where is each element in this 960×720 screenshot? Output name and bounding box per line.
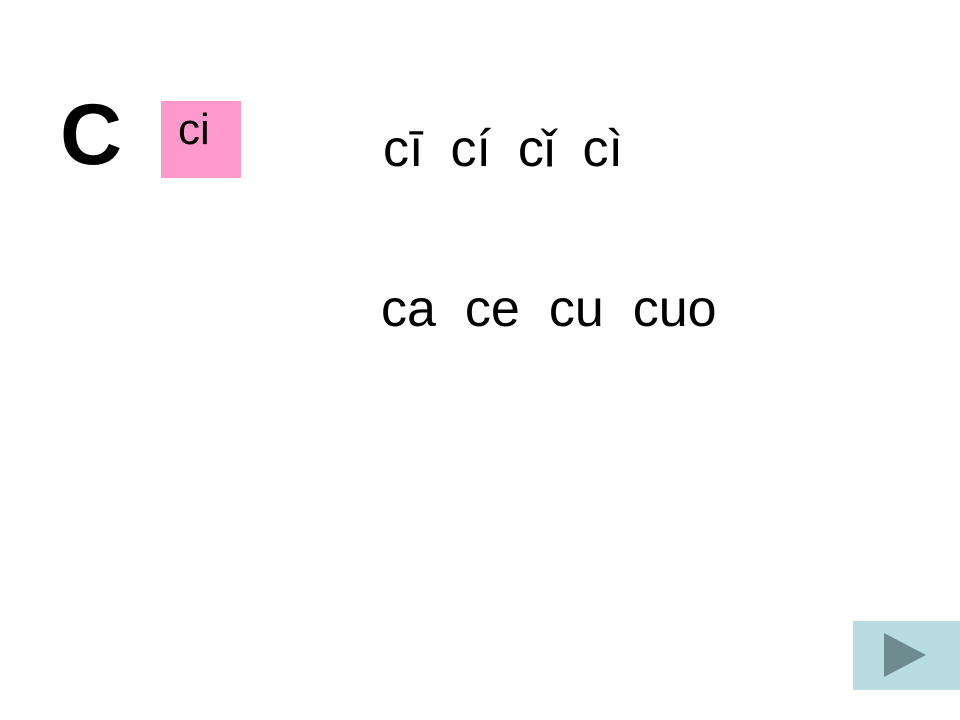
highlighted-syllable-chip[interactable]: ci <box>161 101 241 178</box>
tone-syllable-4[interactable]: cì <box>582 123 622 175</box>
tone-syllable-3[interactable]: cǐ <box>518 123 556 175</box>
combination-syllable-4[interactable]: cuo <box>633 283 717 335</box>
initial-letter: C <box>60 87 123 183</box>
syllable-combination-row: ca ce cu cuo <box>381 283 717 335</box>
tone-syllable-1[interactable]: cī <box>383 123 423 175</box>
pinyin-lesson-slide: C ci cī cí cǐ cì ca ce cu cuo <box>0 0 960 720</box>
combination-syllable-2[interactable]: ce <box>465 283 520 335</box>
combination-syllable-3[interactable]: cu <box>549 283 604 335</box>
tone-row: cī cí cǐ cì <box>383 123 623 175</box>
combination-syllable-1[interactable]: ca <box>381 283 436 335</box>
highlighted-syllable-label: ci <box>178 105 210 154</box>
next-slide-button[interactable] <box>853 621 960 690</box>
play-triangle-icon <box>884 633 926 677</box>
tone-syllable-2[interactable]: cí <box>450 123 490 175</box>
